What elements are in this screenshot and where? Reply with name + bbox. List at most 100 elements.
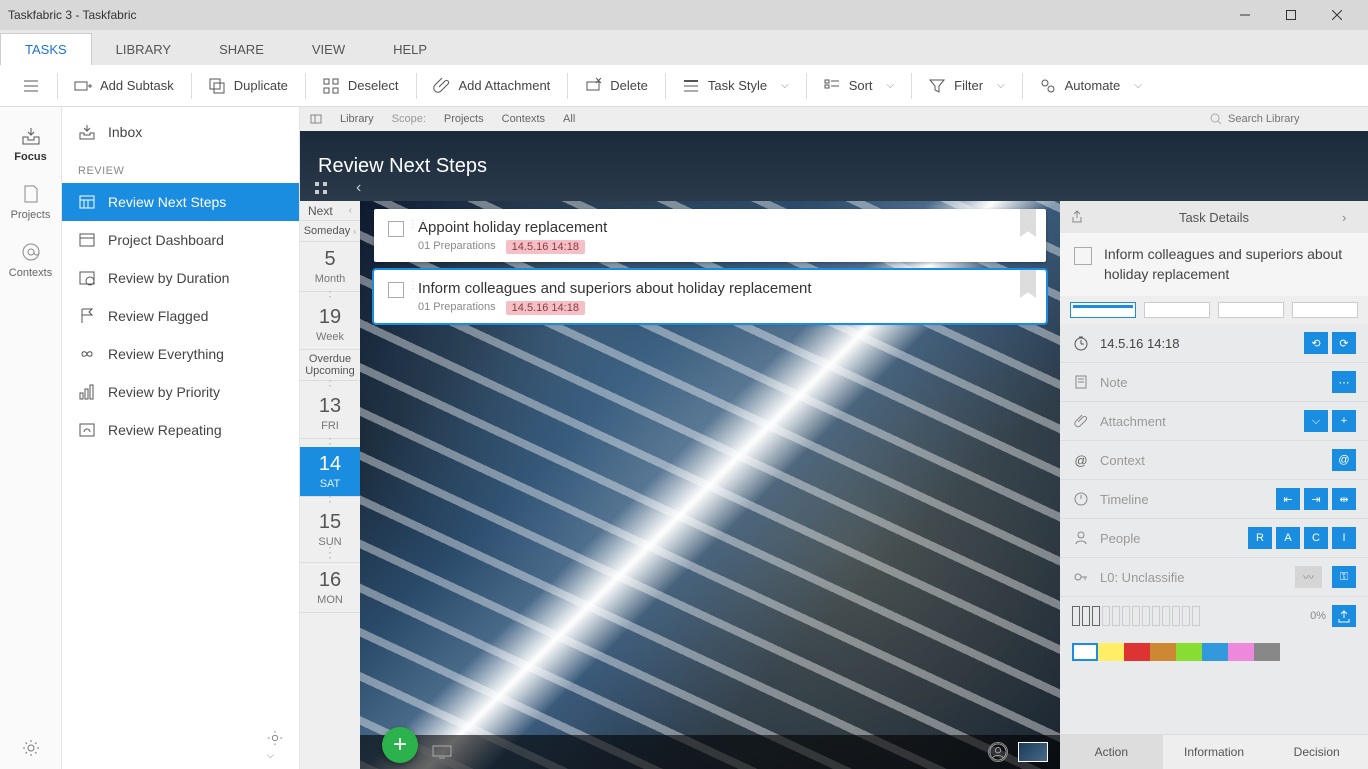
- scope-projects[interactable]: Projects: [444, 113, 484, 125]
- progress-bar-segment[interactable]: [1152, 606, 1160, 626]
- progress-bar-segment[interactable]: [1132, 606, 1140, 626]
- progress-bar-segment[interactable]: [1122, 606, 1130, 626]
- task-checkbox[interactable]: [388, 221, 404, 237]
- task-card[interactable]: ⋮⋮ Appoint holiday replacement 01 Prepar…: [374, 209, 1046, 262]
- segment-4[interactable]: [1292, 302, 1358, 318]
- task-card[interactable]: ⋮⋮ Inform colleagues and superiors about…: [374, 270, 1046, 323]
- search-input[interactable]: [1228, 113, 1358, 125]
- progress-bar-segment[interactable]: [1082, 606, 1090, 626]
- details-progress[interactable]: 0%: [1060, 597, 1368, 635]
- timeline-someday[interactable]: Someday ‹: [300, 221, 360, 242]
- progress-bar-segment[interactable]: [1142, 606, 1150, 626]
- progress-bar-segment[interactable]: [1072, 606, 1080, 626]
- duplicate-button[interactable]: Duplicate: [194, 71, 303, 101]
- tab-action[interactable]: Action: [1060, 735, 1163, 769]
- add-fab[interactable]: +: [382, 727, 418, 763]
- attachment-dropdown-button[interactable]: ⌵: [1304, 410, 1328, 432]
- timeline-month[interactable]: 5Month: [300, 242, 360, 292]
- timeline-week[interactable]: 19Week: [300, 300, 360, 350]
- chevron-right-icon[interactable]: ›: [1342, 210, 1358, 225]
- monitor-icon[interactable]: [432, 745, 452, 759]
- task-checkbox[interactable]: [1074, 247, 1092, 265]
- scope-library[interactable]: Library: [340, 113, 374, 125]
- color-swatch[interactable]: [1228, 643, 1254, 661]
- timeline-day-13[interactable]: 13FRI: [300, 389, 360, 439]
- timeline-day-16[interactable]: 16MON: [300, 563, 360, 613]
- sidebar-review-next-steps[interactable]: Review Next Steps: [62, 183, 299, 221]
- menu-view[interactable]: VIEW: [288, 34, 369, 65]
- security-key-button[interactable]: ⚿: [1332, 566, 1356, 588]
- background-thumbnail[interactable]: [1018, 742, 1048, 762]
- timeline-both-button[interactable]: ⇹: [1332, 488, 1356, 510]
- sort-button[interactable]: Sort⌵: [809, 71, 909, 101]
- timeline-day-14[interactable]: 14SAT: [300, 447, 360, 497]
- details-people[interactable]: People R A C I: [1060, 519, 1368, 558]
- sidebar-review-repeating[interactable]: Review Repeating: [62, 411, 299, 449]
- menu-share[interactable]: SHARE: [195, 34, 288, 65]
- rail-contexts[interactable]: Contexts: [0, 231, 62, 289]
- sidebar-settings[interactable]: ⌵: [267, 730, 283, 761]
- share-icon[interactable]: [1070, 210, 1086, 224]
- security-level-button[interactable]: 〰: [1295, 566, 1322, 588]
- people-a-button[interactable]: A: [1276, 527, 1300, 549]
- bookmark-icon[interactable]: [1020, 270, 1036, 298]
- color-swatch[interactable]: [1202, 643, 1228, 661]
- note-expand-button[interactable]: ⋯: [1332, 371, 1356, 393]
- sidebar-review-priority[interactable]: Review by Priority: [62, 373, 299, 411]
- details-timeline[interactable]: Timeline ⇤⇥⇹: [1060, 480, 1368, 519]
- sidebar-project-dashboard[interactable]: Project Dashboard: [62, 221, 299, 259]
- people-r-button[interactable]: R: [1248, 527, 1272, 549]
- menu-tasks[interactable]: TASKS: [0, 33, 92, 65]
- tab-decision[interactable]: Decision: [1265, 735, 1368, 769]
- segment-3[interactable]: [1218, 302, 1284, 318]
- progress-bar-segment[interactable]: [1172, 606, 1180, 626]
- segment-1[interactable]: [1070, 302, 1136, 318]
- color-swatch[interactable]: [1098, 643, 1124, 661]
- timeline-day-15[interactable]: 15SUN⋮: [300, 505, 360, 563]
- attachment-add-button[interactable]: +: [1332, 410, 1356, 432]
- bookmark-icon[interactable]: [1020, 209, 1036, 237]
- delete-button[interactable]: Delete: [570, 71, 663, 101]
- rail-projects[interactable]: Projects: [0, 173, 62, 231]
- drag-grip-icon[interactable]: ⋮⋮: [408, 223, 428, 227]
- add-subtask-button[interactable]: Add Subtask: [60, 71, 189, 101]
- timeline-next[interactable]: Next‹: [300, 201, 360, 221]
- menu-help[interactable]: HELP: [369, 34, 451, 65]
- sidebar-review-flagged[interactable]: Review Flagged: [62, 297, 299, 335]
- details-note[interactable]: Note ⋯: [1060, 363, 1368, 402]
- timeline-start-button[interactable]: ⇤: [1276, 488, 1300, 510]
- back-chevron-icon[interactable]: ‹: [356, 179, 361, 197]
- grid-icon[interactable]: [314, 181, 328, 195]
- menu-library[interactable]: LIBRARY: [92, 34, 195, 65]
- people-c-button[interactable]: C: [1304, 527, 1328, 549]
- tab-information[interactable]: Information: [1163, 735, 1266, 769]
- close-button[interactable]: [1314, 0, 1360, 30]
- progress-bar-segment[interactable]: [1192, 606, 1200, 626]
- progress-bar-segment[interactable]: [1112, 606, 1120, 626]
- sidebar-review-everything[interactable]: Review Everything: [62, 335, 299, 373]
- repeat-time-button[interactable]: ⟳: [1332, 332, 1356, 354]
- settings-gear[interactable]: [10, 727, 52, 769]
- color-swatch[interactable]: [1254, 643, 1280, 661]
- list-view-button[interactable]: [8, 71, 55, 101]
- details-security[interactable]: L0: Unclassifie 〰 ⚿: [1060, 558, 1368, 597]
- rail-focus[interactable]: Focus: [0, 115, 62, 173]
- task-style-button[interactable]: Task Style⌵: [668, 71, 804, 101]
- task-checkbox[interactable]: [388, 282, 404, 298]
- color-swatch[interactable]: [1072, 643, 1098, 661]
- progress-bar-segment[interactable]: [1102, 606, 1110, 626]
- details-datetime[interactable]: 14.5.16 14:18 ⟲⟳: [1060, 324, 1368, 363]
- scope-contexts[interactable]: Contexts: [502, 113, 545, 125]
- automate-button[interactable]: Automate⌵: [1025, 71, 1157, 101]
- filter-button[interactable]: Filter⌵: [914, 71, 1019, 101]
- progress-bar-segment[interactable]: [1092, 606, 1100, 626]
- color-swatch[interactable]: [1124, 643, 1150, 661]
- sidebar-inbox[interactable]: Inbox: [62, 113, 299, 151]
- progress-bar-segment[interactable]: [1182, 606, 1190, 626]
- minimize-button[interactable]: [1222, 0, 1268, 30]
- scope-all[interactable]: All: [563, 113, 575, 125]
- deselect-button[interactable]: Deselect: [308, 71, 414, 101]
- user-avatar-icon[interactable]: [988, 742, 1008, 762]
- color-swatch[interactable]: [1176, 643, 1202, 661]
- add-attachment-button[interactable]: Add Attachment: [419, 71, 566, 101]
